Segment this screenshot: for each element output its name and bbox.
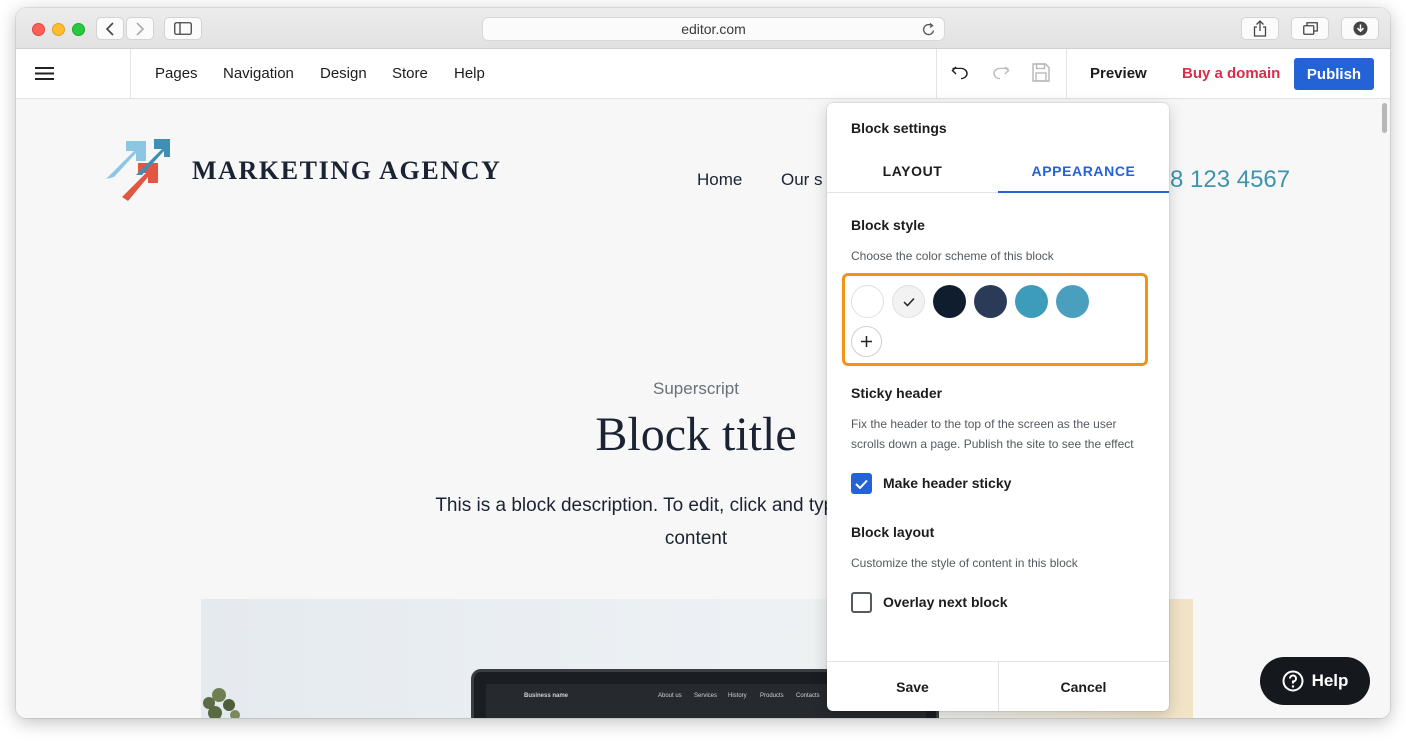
chevron-left-icon [105, 21, 114, 36]
site-brand[interactable]: MARKETING AGENCY [192, 156, 501, 186]
help-label: Help [1311, 671, 1349, 690]
back-button[interactable] [96, 17, 124, 40]
panel-title: Block settings [851, 120, 947, 136]
plus-icon [861, 336, 872, 347]
zoom-window-button[interactable] [72, 23, 85, 36]
color-swatch-teal-light[interactable] [1056, 285, 1089, 318]
save-icon[interactable] [1032, 63, 1050, 82]
vertical-scrollbar[interactable] [1382, 103, 1387, 133]
toolbar-divider [1066, 49, 1067, 98]
site-canvas: MARKETING AGENCY Home Our s 8 123 4567 S… [16, 99, 1390, 718]
sticky-header-description-line: scrolls down a page. Publish the site to… [851, 437, 1134, 451]
laptop-brand: Business name [524, 693, 569, 699]
menu-store[interactable]: Store [392, 65, 428, 82]
block-superscript[interactable]: Superscript [596, 379, 796, 399]
menu-help[interactable]: Help [454, 65, 485, 82]
add-color-scheme-button[interactable] [851, 326, 882, 357]
editor-toolbar: Pages Navigation Design Store Help Previ… [16, 49, 1390, 99]
color-swatch-teal[interactable] [1015, 285, 1048, 318]
make-header-sticky-label[interactable]: Make header sticky [883, 475, 1011, 491]
overlay-next-block-label[interactable]: Overlay next block [883, 594, 1008, 610]
laptop-link: History [728, 693, 747, 699]
make-header-sticky-checkbox[interactable] [851, 473, 872, 494]
block-layout-description: Customize the style of content in this b… [851, 556, 1078, 570]
downloads-button[interactable] [1341, 17, 1379, 40]
toolbar-divider [936, 49, 937, 98]
undo-icon[interactable] [951, 63, 969, 83]
menu-design[interactable]: Design [320, 65, 367, 82]
sticky-header-description: Fix the header to the top of the screen … [851, 414, 1151, 454]
sidebar-icon [174, 22, 192, 35]
color-swatch-slate[interactable] [974, 285, 1007, 318]
laptop-link: Services [694, 693, 718, 699]
plant-image [203, 688, 240, 718]
publish-button[interactable]: Publish [1294, 58, 1374, 90]
redo-icon[interactable] [992, 63, 1010, 83]
color-scheme-picker [842, 273, 1148, 366]
site-nav-home[interactable]: Home [697, 170, 742, 190]
block-layout-title: Block layout [851, 524, 935, 540]
download-icon [1353, 21, 1367, 36]
sticky-header-title: Sticky header [851, 385, 943, 401]
main-menu-button[interactable] [16, 49, 131, 98]
chevron-right-icon [136, 21, 145, 36]
active-tab-indicator [998, 191, 1169, 193]
agency-logo-icon [106, 139, 170, 201]
panel-footer: Save Cancel [827, 661, 1169, 711]
color-swatch-white[interactable] [851, 285, 884, 318]
address-bar[interactable]: editor.com [482, 17, 945, 41]
share-button[interactable] [1241, 17, 1279, 40]
block-style-title: Block style [851, 217, 925, 233]
forward-button[interactable] [126, 17, 154, 40]
browser-titlebar: editor.com [16, 8, 1390, 49]
question-circle-icon [1282, 670, 1304, 692]
buy-domain-link[interactable]: Buy a domain [1182, 65, 1280, 82]
menu-pages[interactable]: Pages [155, 65, 198, 82]
reload-icon[interactable] [922, 22, 936, 37]
laptop-link: Products [760, 693, 784, 699]
help-button[interactable]: Help [1260, 657, 1370, 705]
laptop-link: About us [658, 693, 682, 699]
tab-layout[interactable]: LAYOUT [827, 163, 998, 179]
tabs-overview-button[interactable] [1291, 17, 1329, 40]
close-window-button[interactable] [32, 23, 45, 36]
block-style-description: Choose the color scheme of this block [851, 249, 1054, 263]
menu-navigation[interactable]: Navigation [223, 65, 294, 82]
share-icon [1253, 20, 1267, 37]
color-swatch-light-gray[interactable] [892, 285, 925, 318]
preview-button[interactable]: Preview [1090, 65, 1147, 82]
checkmark-icon [855, 479, 868, 489]
cancel-button[interactable]: Cancel [998, 662, 1169, 711]
hamburger-icon [35, 67, 54, 80]
tab-appearance[interactable]: APPEARANCE [998, 163, 1169, 179]
block-settings-panel: Block settings LAYOUT APPEARANCE Block s… [827, 103, 1169, 711]
url-text: editor.com [681, 21, 746, 37]
sidebar-toggle-button[interactable] [164, 17, 202, 40]
browser-window: editor.com Pages Navigation Design Store… [16, 8, 1390, 718]
checkmark-icon [902, 297, 915, 307]
sticky-header-description-line: Fix the header to the top of the screen … [851, 417, 1117, 431]
minimize-window-button[interactable] [52, 23, 65, 36]
overlay-next-block-checkbox[interactable] [851, 592, 872, 613]
site-nav-services[interactable]: Our s [781, 170, 823, 190]
color-swatch-navy[interactable] [933, 285, 966, 318]
tabs-icon [1302, 22, 1318, 35]
site-phone[interactable]: 8 123 4567 [1170, 166, 1290, 194]
save-button[interactable]: Save [827, 662, 998, 711]
laptop-link: Contacts [796, 693, 820, 699]
